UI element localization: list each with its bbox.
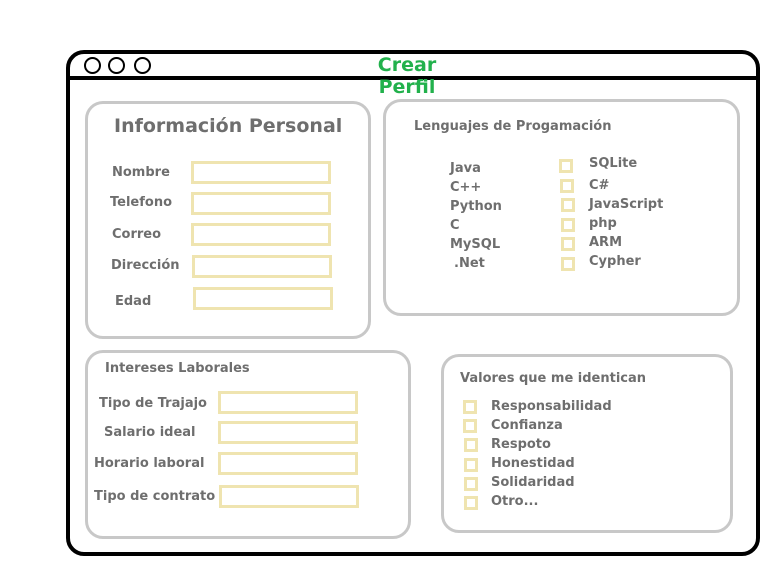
contrato-label: Tipo de contrato [94, 489, 216, 504]
telefono-input[interactable] [191, 192, 331, 215]
language-cpp: C++ [450, 180, 482, 195]
window-control-circle-icon[interactable] [84, 57, 101, 74]
value-respeto: Respoto [491, 437, 551, 452]
window-control-circle-icon[interactable] [108, 57, 125, 74]
language-javascript: JavaScript [589, 197, 664, 212]
title-bar: Crear Perfil [70, 54, 756, 98]
value-responsabilidad: Responsabilidad [491, 399, 612, 414]
respeto-checkbox[interactable] [464, 438, 478, 452]
value-solidaridad: Solidaridad [491, 475, 575, 490]
personal-info-heading: Información Personal [114, 115, 343, 137]
value-confianza: Confianza [491, 418, 563, 433]
edad-label: Edad [115, 294, 152, 309]
javascript-checkbox[interactable] [561, 198, 575, 212]
salario-label: Salario ideal [104, 425, 196, 440]
tipo-trabajo-input[interactable] [218, 391, 358, 414]
language-c: C [450, 218, 460, 233]
language-dotnet: .Net [454, 256, 485, 271]
window-title: Crear Perfil [377, 54, 437, 98]
work-interests-panel: Intereses Laborales [85, 350, 411, 539]
value-honestidad: Honestidad [491, 456, 575, 471]
nombre-label: Nombre [112, 165, 170, 180]
language-java: Java [450, 161, 481, 176]
responsabilidad-checkbox[interactable] [463, 400, 477, 414]
otro-checkbox[interactable] [464, 496, 478, 510]
tipo-trabajo-label: Tipo de Trajajo [99, 396, 207, 411]
arm-checkbox[interactable] [561, 237, 575, 251]
language-python: Python [450, 199, 502, 214]
language-sqlite: SQLite [589, 156, 638, 171]
language-csharp: C# [589, 178, 610, 193]
cypher-checkbox[interactable] [561, 257, 575, 271]
correo-label: Correo [112, 227, 162, 242]
work-interests-heading: Intereses Laborales [105, 361, 250, 376]
value-otro: Otro... [491, 494, 539, 509]
horario-label: Horario laboral [94, 456, 205, 471]
languages-heading: Lenguajes de Progamación [414, 119, 612, 134]
horario-input[interactable] [218, 452, 358, 475]
solidaridad-checkbox[interactable] [464, 477, 478, 491]
values-heading: Valores que me identican [460, 371, 647, 386]
correo-input[interactable] [191, 223, 331, 246]
php-checkbox[interactable] [561, 218, 575, 232]
direccion-label: Dirección [111, 258, 180, 273]
contrato-input[interactable] [219, 485, 359, 508]
language-arm: ARM [589, 235, 623, 250]
values-panel: Valores que me identican [441, 354, 733, 533]
telefono-label: Telefono [110, 195, 173, 210]
window-control-circle-icon[interactable] [134, 57, 151, 74]
language-php: php [589, 216, 617, 231]
honestidad-checkbox[interactable] [464, 458, 478, 472]
edad-input[interactable] [193, 287, 333, 310]
language-mysql: MySQL [450, 237, 501, 252]
language-cypher: Cypher [589, 254, 641, 269]
nombre-input[interactable] [191, 161, 331, 184]
direccion-input[interactable] [192, 255, 332, 278]
csharp-checkbox[interactable] [560, 179, 574, 193]
confianza-checkbox[interactable] [463, 419, 477, 433]
sqlite-checkbox[interactable] [559, 159, 573, 173]
salario-input[interactable] [218, 421, 358, 444]
